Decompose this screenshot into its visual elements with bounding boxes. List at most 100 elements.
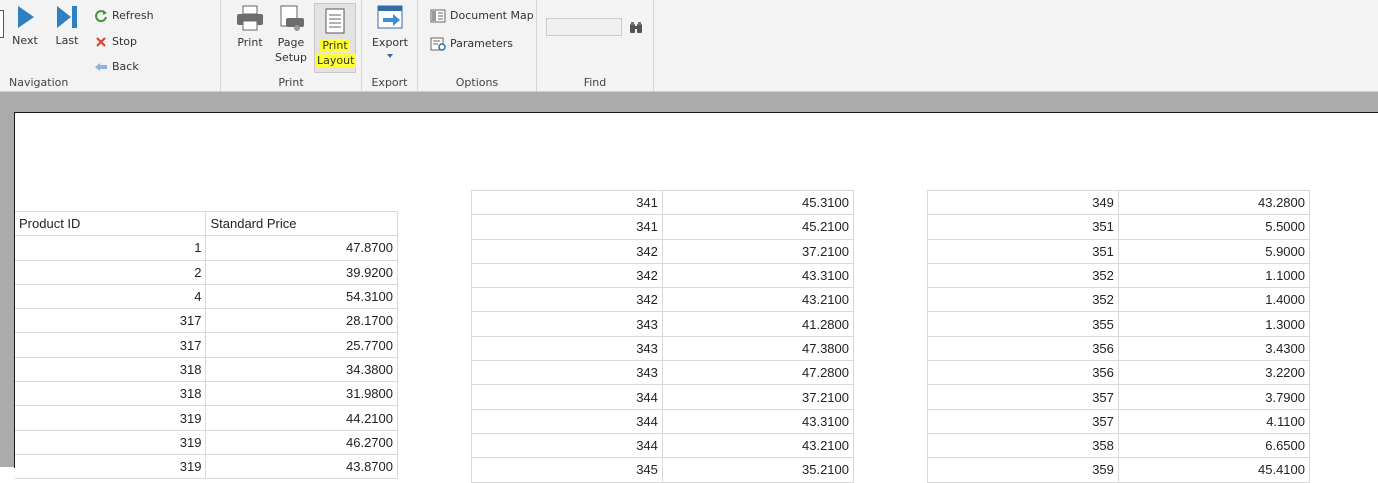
table-row: 318 34.3800 bbox=[15, 357, 398, 383]
navigation-group-label: Navigation bbox=[9, 76, 69, 89]
binoculars-icon[interactable] bbox=[628, 21, 644, 35]
export-icon bbox=[377, 5, 403, 29]
report-table-column-3: 349 43.2800 351 5.5000 351 5.9000 352 1.1000… bbox=[927, 189, 1311, 483]
find-group: Find bbox=[537, 0, 654, 91]
product-id-cell: 342 bbox=[471, 263, 663, 289]
product-id-cell: 344 bbox=[471, 384, 663, 410]
refresh-label: Refresh bbox=[112, 9, 154, 22]
table-row: 318 31.9800 bbox=[15, 381, 398, 407]
document-map-button[interactable]: Document Map bbox=[430, 9, 534, 23]
product-id-cell: 341 bbox=[471, 189, 663, 216]
first-page-icon[interactable] bbox=[0, 10, 4, 38]
product-id-cell: 345 bbox=[471, 457, 663, 483]
report-table-column-2: 341 45.3100 341 45.2100 342 37.2100 342 43.3… bbox=[471, 189, 855, 483]
table-row: 352 1.4000 bbox=[927, 287, 1311, 313]
stop-button[interactable]: Stop bbox=[94, 35, 137, 49]
product-id-cell: 318 bbox=[15, 357, 207, 383]
export-dropdown-arrow-icon[interactable] bbox=[386, 53, 394, 59]
standard-price-cell: 1.3000 bbox=[1118, 311, 1311, 337]
parameters-button[interactable]: Parameters bbox=[430, 37, 513, 51]
product-id-cell: 342 bbox=[471, 287, 663, 313]
standard-price-cell: 31.9800 bbox=[205, 381, 398, 407]
standard-price-cell: 43.3100 bbox=[662, 263, 855, 289]
standard-price-cell: 46.2700 bbox=[205, 430, 398, 455]
print-layout-button[interactable]: Print Layout bbox=[314, 3, 357, 73]
table-row: 357 4.1100 bbox=[927, 409, 1311, 434]
product-id-cell: 351 bbox=[927, 214, 1119, 240]
export-label: Export bbox=[371, 36, 408, 49]
next-label: Next bbox=[12, 34, 38, 47]
export-button[interactable]: Export bbox=[370, 4, 410, 59]
table-row: 344 37.2100 bbox=[471, 384, 855, 410]
table-row: 343 47.2800 bbox=[471, 360, 855, 386]
product-id-cell: 356 bbox=[927, 336, 1119, 362]
back-button[interactable]: Back bbox=[94, 60, 139, 74]
product-id-cell: 356 bbox=[927, 360, 1119, 386]
product-id-cell: 1 bbox=[15, 235, 207, 261]
table-row: 317 28.1700 bbox=[15, 308, 398, 334]
table-row: 345 35.2100 bbox=[471, 457, 855, 483]
product-id-cell: 344 bbox=[471, 409, 663, 434]
find-input[interactable] bbox=[546, 18, 622, 36]
table-row: 357 3.7900 bbox=[927, 384, 1311, 410]
standard-price-cell: 3.2200 bbox=[1118, 360, 1311, 386]
table-row: 341 45.3100 bbox=[471, 189, 855, 216]
parameters-label: Parameters bbox=[450, 37, 513, 50]
refresh-button[interactable]: Refresh bbox=[94, 9, 154, 23]
standard-price-cell: 39.9200 bbox=[205, 260, 398, 285]
next-button[interactable]: Next bbox=[8, 4, 42, 48]
standard-price-cell: 3.7900 bbox=[1118, 384, 1311, 410]
standard-price-cell: 54.3100 bbox=[205, 284, 398, 310]
table-row: 349 43.2800 bbox=[927, 189, 1311, 216]
parameters-icon bbox=[430, 37, 446, 51]
standard-price-cell: 37.2100 bbox=[662, 384, 855, 410]
table-row: 351 5.5000 bbox=[927, 214, 1311, 240]
last-button[interactable]: Last bbox=[50, 4, 84, 48]
standard-price-cell: 47.2800 bbox=[662, 360, 855, 386]
standard-price-cell: 35.2100 bbox=[662, 457, 855, 483]
print-group: Print Page Setup Print Layout Print bbox=[221, 0, 362, 91]
report-page: Product ID Standard Price 1 47.8700 2 39.9… bbox=[14, 112, 1378, 483]
product-id-cell: 349 bbox=[927, 189, 1119, 216]
navigation-group: Next Last Refresh Stop Back Navigation bbox=[0, 0, 221, 91]
standard-price-cell: 1.4000 bbox=[1118, 287, 1311, 313]
standard-price-cell: 43.2100 bbox=[662, 287, 855, 313]
back-arrow-icon bbox=[95, 63, 107, 71]
table-row: 358 6.6500 bbox=[927, 433, 1311, 459]
product-id-cell: 343 bbox=[471, 336, 663, 362]
product-id-cell: 319 bbox=[15, 430, 207, 455]
back-label: Back bbox=[112, 60, 139, 73]
table-row: 356 3.2200 bbox=[927, 360, 1311, 386]
product-id-cell: 358 bbox=[927, 433, 1119, 459]
export-group: Export Export bbox=[362, 0, 418, 91]
find-group-label: Find bbox=[583, 76, 607, 89]
standard-price-cell: 45.3100 bbox=[662, 189, 855, 216]
document-map-icon bbox=[430, 9, 446, 23]
table-header-row: Product ID Standard Price bbox=[15, 210, 398, 237]
product-id-cell: 359 bbox=[927, 457, 1119, 483]
report-table-column-1: Product ID Standard Price 1 47.8700 2 39.9… bbox=[15, 210, 398, 480]
standard-price-cell: 44.2100 bbox=[205, 405, 398, 431]
standard-price-cell: 4.1100 bbox=[1118, 409, 1311, 434]
last-page-icon bbox=[57, 6, 77, 28]
table-row: 1 47.8700 bbox=[15, 235, 398, 261]
print-label: Print bbox=[237, 36, 263, 49]
table-row: 344 43.3100 bbox=[471, 409, 855, 434]
table-row: 319 46.2700 bbox=[15, 430, 398, 455]
product-id-cell: 318 bbox=[15, 381, 207, 407]
standard-price-cell: 37.2100 bbox=[662, 239, 855, 264]
standard-price-cell: 45.4100 bbox=[1118, 457, 1311, 483]
product-id-cell: 317 bbox=[15, 332, 207, 358]
print-layout-line2: Layout bbox=[315, 54, 357, 67]
standard-price-cell: 45.2100 bbox=[662, 214, 855, 240]
print-button[interactable]: Print bbox=[233, 4, 267, 50]
page-setup-button[interactable]: Page Setup bbox=[273, 4, 309, 65]
table-row: 4 54.3100 bbox=[15, 284, 398, 310]
product-id-cell: 344 bbox=[471, 433, 663, 459]
product-id-cell: 4 bbox=[15, 284, 207, 310]
product-id-cell: 343 bbox=[471, 360, 663, 386]
header-standard-price: Standard Price bbox=[205, 210, 398, 237]
options-group-label: Options bbox=[455, 76, 499, 89]
standard-price-cell: 1.1000 bbox=[1118, 263, 1311, 289]
product-id-cell: 352 bbox=[927, 263, 1119, 289]
